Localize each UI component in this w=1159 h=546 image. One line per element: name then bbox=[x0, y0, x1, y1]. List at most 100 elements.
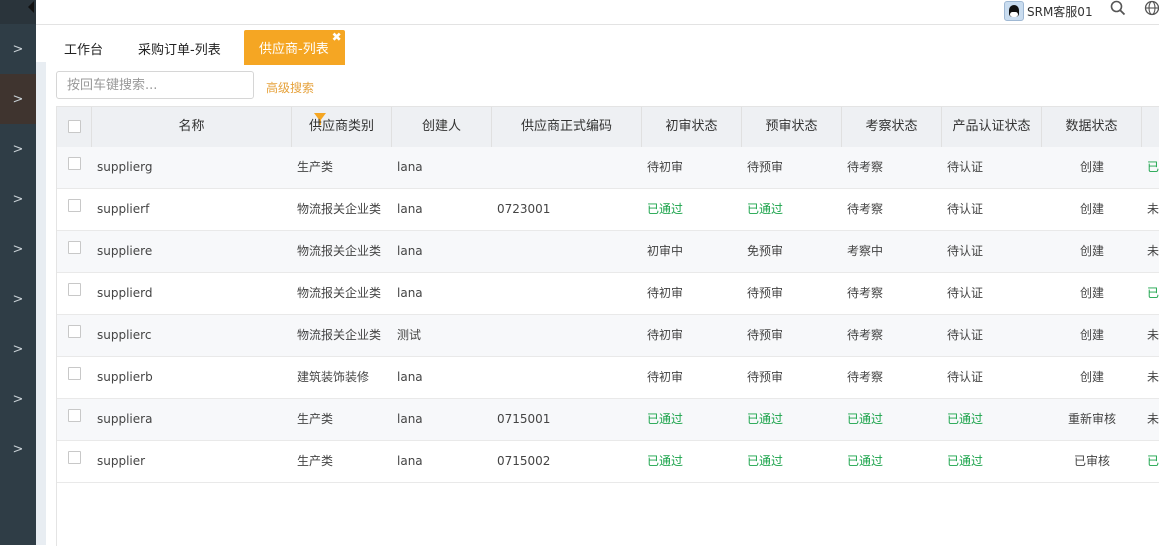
table-header: 名称 供应商类别 创建人 供应商正式编码 初审状态 预审状态 考察状态 产品认证… bbox=[57, 107, 1159, 148]
cell-extra: 已 bbox=[1147, 286, 1159, 300]
collapse-arrow-icon[interactable] bbox=[28, 1, 34, 13]
sidebar-item-2[interactable]: > bbox=[0, 74, 36, 124]
search-icon[interactable] bbox=[1110, 0, 1126, 18]
chevron-right-icon: > bbox=[12, 291, 24, 307]
header-initial-review[interactable]: 初审状态 bbox=[642, 107, 742, 147]
tab-supplier-list[interactable]: 供应商-列表 ✖ bbox=[244, 30, 345, 65]
close-icon[interactable]: ✖ bbox=[332, 31, 342, 43]
header-inspection[interactable]: 考察状态 bbox=[842, 107, 942, 147]
table-row[interactable]: suppliera 生产类 lana 0715001 已通过 已通过 已通过 已通过 重新审核 未 bbox=[57, 399, 1159, 441]
cell-supplier-category: 生产类 bbox=[297, 412, 334, 426]
table-row[interactable]: suppliere 物流报关企业类 lana 初审中 免预审 考察中 待认证 创建 未 bbox=[57, 231, 1159, 273]
qq-icon bbox=[1004, 1, 1024, 21]
cell-supplier-category: 物流报关企业类 bbox=[297, 328, 382, 342]
cell-extra: 未 bbox=[1147, 412, 1159, 426]
cell-name: supplier bbox=[97, 454, 146, 468]
table-row[interactable]: supplierc 物流报关企业类 测试 待初审 待预审 待考察 待认证 创建 未 bbox=[57, 315, 1159, 357]
row-checkbox[interactable] bbox=[68, 325, 81, 338]
cell-initial-review: 待初审 bbox=[647, 286, 684, 300]
header-product-cert[interactable]: 产品认证状态 bbox=[942, 107, 1042, 147]
chevron-right-icon: > bbox=[12, 241, 24, 257]
cell-creator: lana bbox=[397, 160, 423, 174]
cell-inspection: 待考察 bbox=[847, 328, 884, 342]
row-checkbox[interactable] bbox=[68, 199, 81, 212]
tab-workbench[interactable]: 工作台 bbox=[46, 37, 121, 65]
cell-supplier-category: 生产类 bbox=[297, 160, 334, 174]
header-pre-review[interactable]: 预审状态 bbox=[742, 107, 842, 147]
content-left-gutter bbox=[36, 62, 46, 545]
cell-inspection: 待考察 bbox=[847, 370, 884, 384]
sidebar-item-8[interactable]: > bbox=[0, 374, 36, 424]
row-checkbox[interactable] bbox=[68, 367, 81, 380]
sidebar-collapse-area[interactable] bbox=[0, 0, 36, 24]
cell-extra: 未 bbox=[1147, 244, 1159, 258]
cell-official-code bbox=[497, 315, 637, 356]
cell-supplier-category: 物流报关企业类 bbox=[297, 286, 382, 300]
sidebar-item-7[interactable]: > bbox=[0, 324, 36, 374]
cell-data-status: 创建 bbox=[1079, 328, 1104, 342]
select-all-checkbox[interactable] bbox=[68, 120, 81, 133]
table-row[interactable]: supplierf 物流报关企业类 lana 0723001 已通过 已通过 待考察 待认证 创… bbox=[57, 189, 1159, 231]
cell-official-code: 0723001 bbox=[497, 202, 551, 216]
advanced-search-link[interactable]: 高级搜索 bbox=[266, 79, 314, 96]
cell-inspection: 考察中 bbox=[847, 244, 884, 258]
header-supplier-category[interactable]: 供应商类别 bbox=[292, 107, 392, 147]
cell-pre-review: 免预审 bbox=[747, 244, 784, 258]
table-row[interactable]: supplierb 建筑装饰装修 lana 待初审 待预审 待考察 待认证 创建 未 bbox=[57, 357, 1159, 399]
table-row[interactable]: supplierd 物流报关企业类 lana 待初审 待预审 待考察 待认证 创建 已 bbox=[57, 273, 1159, 315]
cell-official-code bbox=[497, 273, 637, 314]
header-data-status[interactable]: 数据状态 bbox=[1042, 107, 1142, 147]
cell-product-cert: 待认证 bbox=[947, 244, 984, 258]
cell-inspection: 待考察 bbox=[847, 160, 884, 174]
cell-creator: lana bbox=[397, 412, 423, 426]
cell-inspection: 已通过 bbox=[847, 454, 884, 468]
sidebar-item-3[interactable]: > bbox=[0, 124, 36, 174]
tab-purchase-order-list[interactable]: 采购订单-列表 bbox=[120, 37, 239, 65]
cell-inspection: 待考察 bbox=[847, 202, 884, 216]
cell-data-status: 创建 bbox=[1079, 370, 1104, 384]
cell-official-code: 0715002 bbox=[497, 454, 551, 468]
sidebar-item-4[interactable]: > bbox=[0, 174, 36, 224]
row-checkbox[interactable] bbox=[68, 283, 81, 296]
sidebar-item-6[interactable]: > bbox=[0, 274, 36, 324]
table-row[interactable]: supplier 生产类 lana 0715002 已通过 已通过 已通过 已通过 已审核 已 bbox=[57, 441, 1159, 483]
chevron-right-icon: > bbox=[12, 141, 24, 157]
cell-creator: 测试 bbox=[397, 328, 422, 342]
sidebar-item-9[interactable]: > bbox=[0, 424, 36, 474]
header-official-code[interactable]: 供应商正式编码 bbox=[492, 107, 642, 147]
cell-data-status: 创建 bbox=[1079, 202, 1104, 216]
chevron-right-icon: > bbox=[12, 341, 24, 357]
cell-supplier-category: 建筑装饰装修 bbox=[297, 370, 370, 384]
chevron-right-icon: > bbox=[12, 441, 24, 457]
header-name[interactable]: 名称 bbox=[92, 107, 326, 147]
row-checkbox[interactable] bbox=[68, 409, 81, 422]
cell-pre-review: 已通过 bbox=[747, 412, 784, 426]
search-input[interactable]: 按回车键搜索... bbox=[56, 71, 254, 99]
top-bar bbox=[36, 0, 1159, 25]
user-menu[interactable]: SRM客服01 bbox=[1004, 0, 1093, 22]
cell-pre-review: 待预审 bbox=[747, 160, 784, 174]
cell-inspection: 待考察 bbox=[847, 286, 884, 300]
cell-official-code bbox=[497, 231, 637, 272]
row-checkbox[interactable] bbox=[68, 241, 81, 254]
cell-name: supplierf bbox=[97, 202, 150, 216]
cell-pre-review: 待预审 bbox=[747, 370, 784, 384]
header-name-label: 名称 bbox=[178, 119, 205, 134]
cell-product-cert: 已通过 bbox=[947, 454, 984, 468]
header-creator[interactable]: 创建人 bbox=[392, 107, 492, 147]
sidebar-item-1[interactable]: > bbox=[0, 24, 36, 74]
globe-icon[interactable] bbox=[1144, 0, 1159, 18]
row-checkbox[interactable] bbox=[68, 157, 81, 170]
cell-creator: lana bbox=[397, 286, 423, 300]
cell-product-cert: 待认证 bbox=[947, 370, 984, 384]
header-extra bbox=[1142, 107, 1159, 147]
table-row[interactable]: supplierg 生产类 lana 待初审 待预审 待考察 待认证 创建 已 bbox=[57, 147, 1159, 189]
cell-supplier-category: 物流报关企业类 bbox=[297, 202, 382, 216]
row-checkbox[interactable] bbox=[68, 451, 81, 464]
sidebar-item-5[interactable]: > bbox=[0, 224, 36, 274]
left-sidebar: > > > > > > > > > bbox=[0, 0, 36, 545]
cell-pre-review: 待预审 bbox=[747, 286, 784, 300]
cell-initial-review: 已通过 bbox=[647, 454, 684, 468]
cell-initial-review: 初审中 bbox=[647, 244, 684, 258]
cell-extra: 已 bbox=[1147, 160, 1159, 174]
